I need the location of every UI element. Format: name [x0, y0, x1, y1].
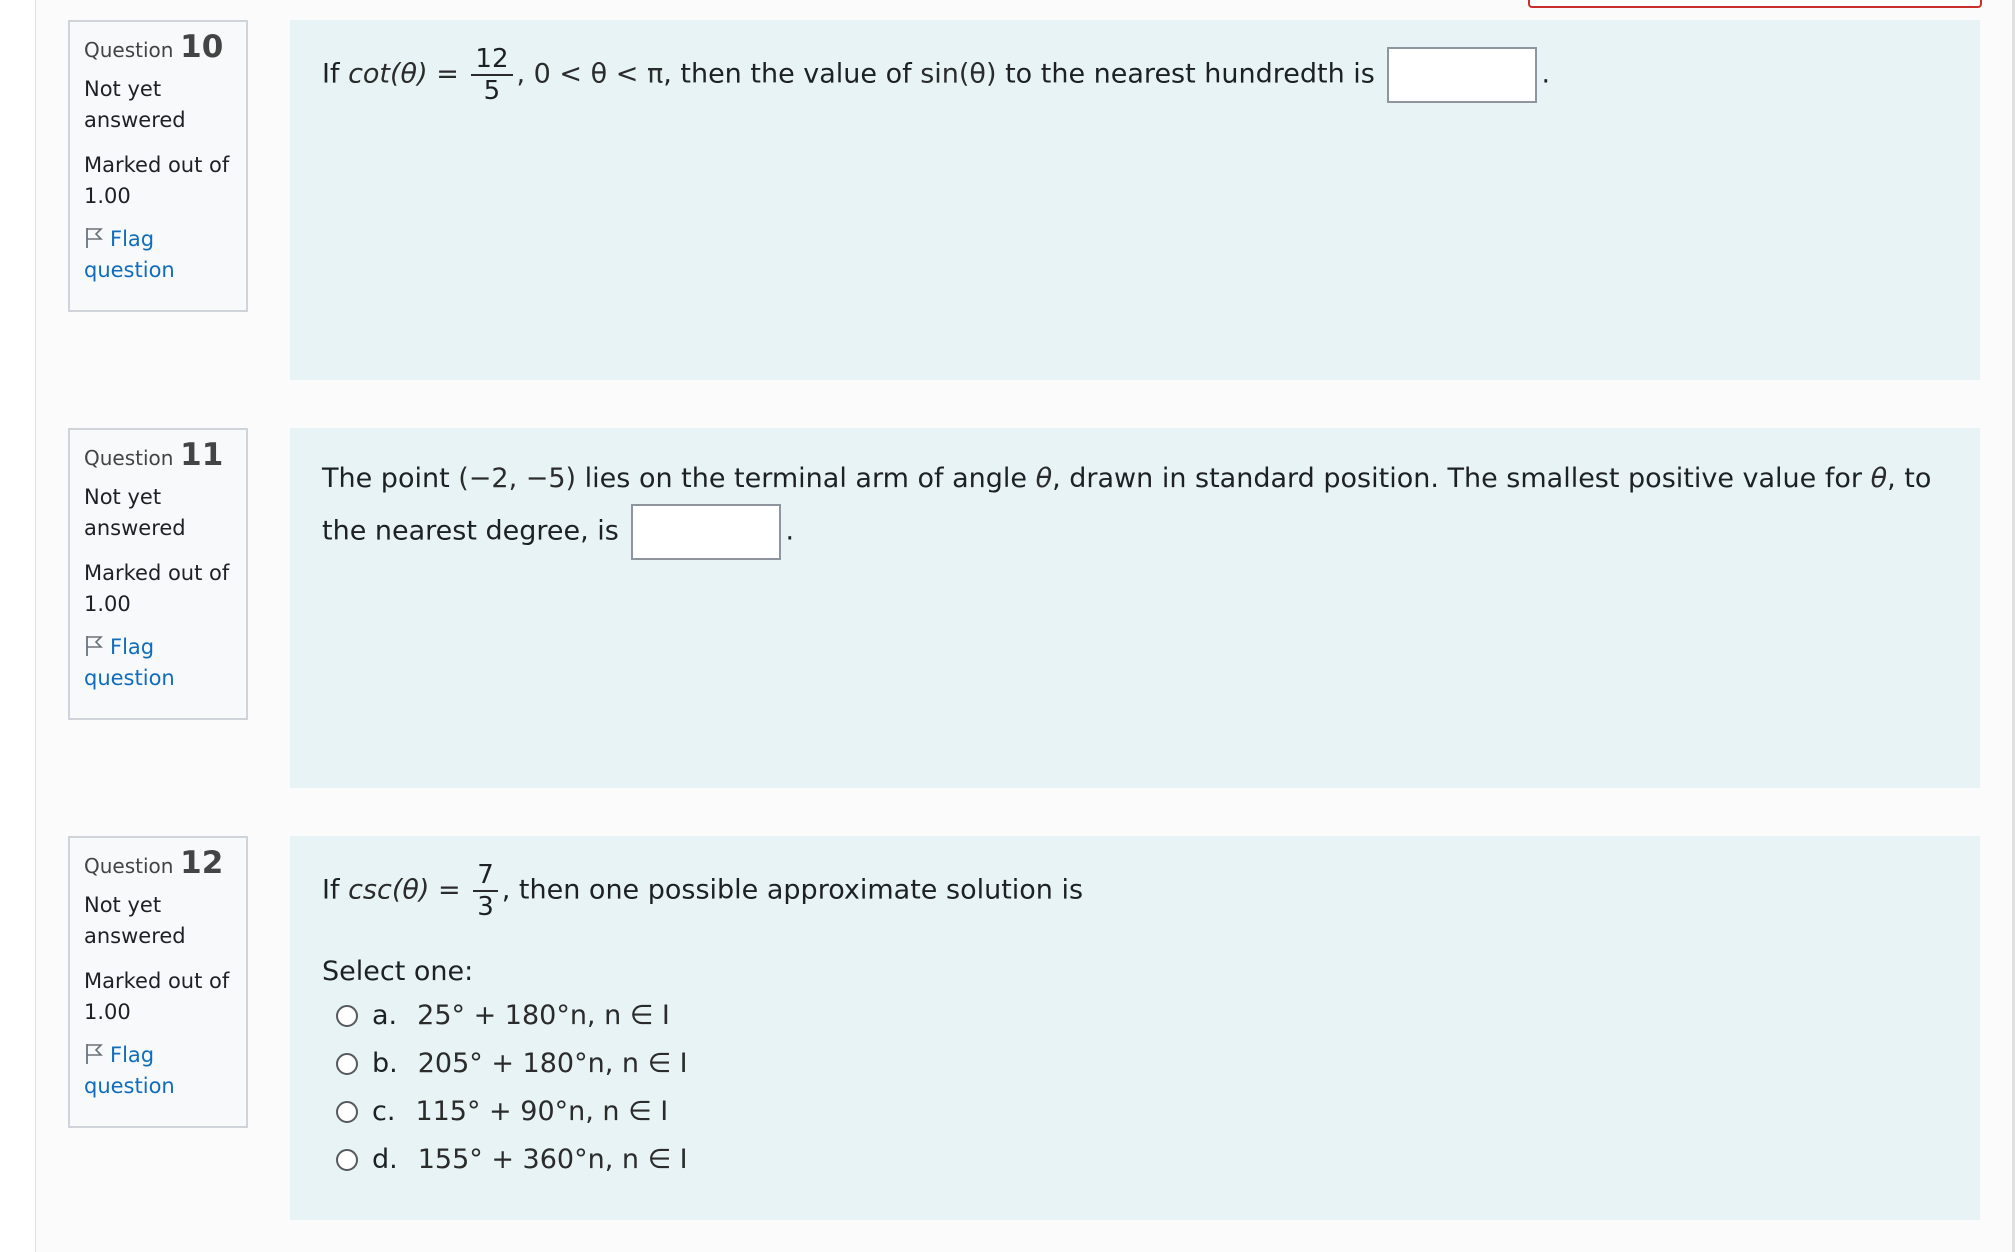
prompt-text: The point: [322, 463, 459, 494]
question-state: Not yet answered: [84, 893, 186, 948]
question-text: If csc(θ) = 73, then one possible approx…: [322, 862, 1948, 920]
flag-question-link[interactable]: Flag question: [84, 224, 232, 286]
question-label: Question: [84, 854, 174, 878]
question-grade: Marked out of 1.00: [84, 969, 230, 1024]
question-grade: Marked out of 1.00: [84, 153, 230, 208]
radio-button[interactable]: [336, 1149, 358, 1171]
prompt-period: .: [785, 515, 795, 547]
prompt-text: to the nearest hundredth is: [996, 58, 1375, 90]
answer-input[interactable]: [1387, 47, 1538, 103]
question-content: If csc(θ) = 73, then one possible approx…: [290, 836, 1980, 1220]
prompt-period: .: [1541, 58, 1551, 90]
flag-icon: [86, 636, 103, 656]
prompt-text: If: [322, 58, 349, 90]
fraction-denominator: 5: [483, 76, 501, 106]
math-expression: sin(θ): [920, 58, 997, 90]
question-content: The point (−2, −5) lies on the terminal …: [290, 428, 1980, 788]
option-text: 115° + 90°n, n ∈ I: [415, 1096, 669, 1127]
math-function: csc(θ): [348, 875, 429, 906]
fraction-numerator: 12: [471, 46, 513, 76]
prompt-text: , then one possible approximate solution…: [501, 874, 1084, 906]
question-state: Not yet answered: [84, 77, 186, 132]
prompt-text: , drawn in standard position. The smalle…: [1052, 463, 1871, 494]
question-grade: Marked out of 1.00: [84, 561, 230, 616]
fraction: 73: [473, 862, 498, 920]
math-theta: θ: [1036, 463, 1053, 494]
answer-options: a. 25° + 180°n, n ∈ I b. 205° + 180°n, n…: [322, 992, 1948, 1184]
question-info: Question 11 Not yet answered Marked out …: [68, 428, 248, 720]
question-number: 10: [180, 29, 224, 65]
option-letter: d.: [372, 1144, 398, 1175]
option-text: 205° + 180°n, n ∈ I: [417, 1048, 688, 1079]
answer-input[interactable]: [631, 504, 782, 560]
option-text: 155° + 360°n, n ∈ I: [417, 1144, 688, 1175]
math-function: cot(θ): [348, 59, 428, 90]
prompt-text: , then the value of: [663, 58, 921, 90]
math-interval: , 0 < θ < π: [516, 58, 664, 90]
flag-icon: [86, 1044, 103, 1064]
answer-option-a[interactable]: a. 25° + 180°n, n ∈ I: [322, 992, 1948, 1040]
math-func-text: cot(θ): [348, 58, 428, 90]
question-info: Question 10 Not yet answered Marked out …: [68, 20, 248, 312]
option-text: 25° + 180°n, n ∈ I: [417, 1000, 670, 1031]
flag-question-link[interactable]: Flag question: [84, 632, 232, 694]
math-equals: =: [427, 58, 468, 90]
quiz-page: Question 10 Not yet answered Marked out …: [0, 0, 2015, 1252]
question-text: The point (−2, −5) lies on the terminal …: [322, 454, 1948, 560]
fraction-numerator: 7: [473, 862, 498, 892]
option-letter: b.: [372, 1048, 398, 1079]
option-letter: c.: [372, 1096, 396, 1127]
answer-option-b[interactable]: b. 205° + 180°n, n ∈ I: [322, 1040, 1948, 1088]
question-number: 11: [180, 437, 224, 473]
math-point: (−2, −5): [458, 463, 577, 494]
question-label: Question: [84, 38, 174, 62]
previous-feedback-box: [1528, 0, 1982, 8]
question-number-line: Question 11: [84, 440, 232, 474]
question-number: 12: [180, 845, 224, 881]
question-text: If cot(θ) = 12 5, 0 < θ < π, then the val…: [322, 46, 1948, 104]
fraction: 12 5: [471, 46, 513, 106]
flag-icon: [86, 228, 103, 248]
answer-option-c[interactable]: c. 115° + 90°n, n ∈ I: [322, 1088, 1948, 1136]
left-rail: [0, 0, 36, 1252]
theta-symbol: θ: [1870, 463, 1888, 494]
question-number-line: Question 12: [84, 848, 232, 882]
question-label: Question: [84, 446, 174, 470]
theta-symbol: θ: [1035, 463, 1053, 494]
radio-button[interactable]: [336, 1101, 358, 1123]
answer-option-d[interactable]: d. 155° + 360°n, n ∈ I: [322, 1136, 1948, 1184]
math-theta: θ: [1871, 463, 1888, 494]
prompt-text: lies on the terminal arm of angle: [576, 463, 1036, 494]
fraction-denominator: 3: [477, 892, 494, 922]
question-info: Question 12 Not yet answered Marked out …: [68, 836, 248, 1128]
math-equals: =: [429, 874, 470, 906]
flag-question-link[interactable]: Flag question: [84, 1040, 232, 1102]
radio-button[interactable]: [336, 1053, 358, 1075]
question-number-line: Question 10: [84, 32, 232, 66]
question-state: Not yet answered: [84, 485, 186, 540]
question-content: If cot(θ) = 12 5, 0 < θ < π, then the val…: [290, 20, 1980, 380]
option-letter: a.: [372, 1000, 398, 1031]
math-func-text: csc(θ): [348, 874, 430, 906]
select-one-label: Select one:: [322, 956, 474, 987]
radio-button[interactable]: [336, 1005, 358, 1027]
prompt-text: If: [322, 874, 349, 906]
